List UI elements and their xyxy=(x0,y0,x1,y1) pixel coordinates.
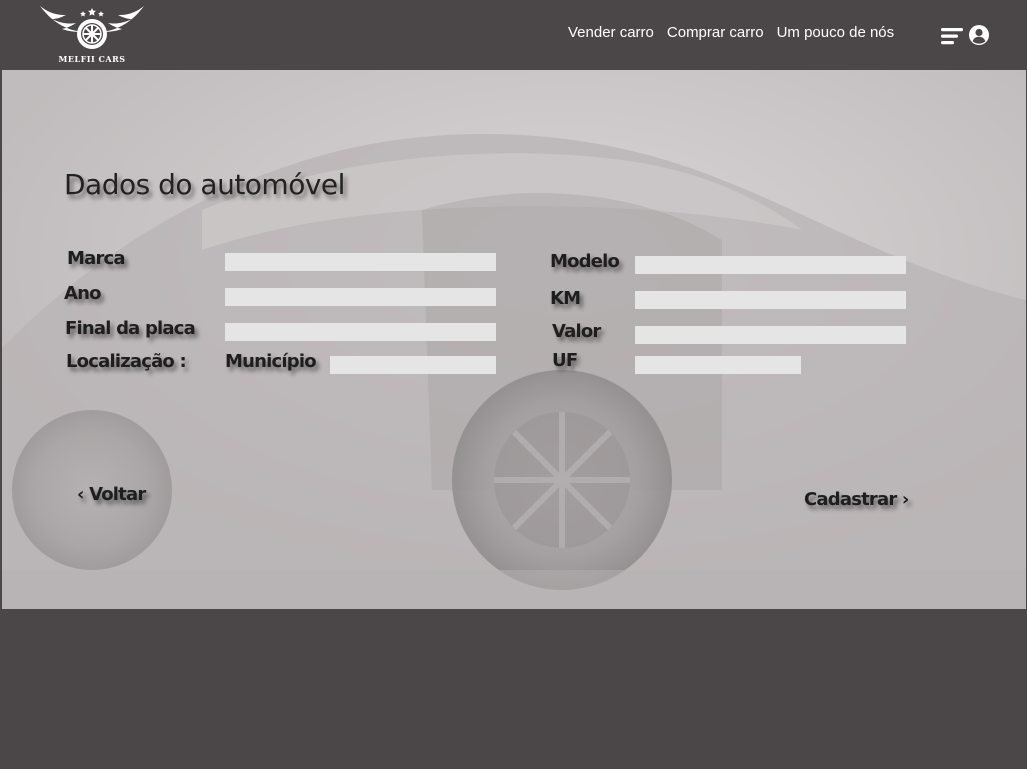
ano-input[interactable] xyxy=(225,288,496,306)
winged-wheel-icon xyxy=(40,6,144,49)
label-marca: Marca xyxy=(67,248,126,269)
user-circle-icon[interactable] xyxy=(969,25,989,45)
label-modelo: Modelo xyxy=(550,251,620,272)
nav-vender-carro[interactable]: Vender carro xyxy=(568,24,654,41)
municipio-input[interactable] xyxy=(330,356,496,374)
nav-comprar-carro[interactable]: Comprar carro xyxy=(667,24,764,41)
label-municipio: Município xyxy=(225,351,317,372)
label-valor: Valor xyxy=(552,321,601,342)
submit-button[interactable]: Cadastrar › xyxy=(804,489,909,510)
main-nav: Vender carro Comprar carro Um pouco de n… xyxy=(568,24,894,41)
label-km: KM xyxy=(550,288,581,309)
chevron-left-icon: ‹ xyxy=(77,484,84,505)
valor-input[interactable] xyxy=(635,326,906,344)
back-button[interactable]: ‹ Voltar xyxy=(77,484,146,505)
label-uf: UF xyxy=(552,350,578,371)
page-title: Dados do automóvel xyxy=(64,168,345,201)
nav-um-pouco-de-nos[interactable]: Um pouco de nós xyxy=(777,24,895,41)
chevron-right-icon: › xyxy=(901,489,909,510)
final-placa-input[interactable] xyxy=(225,323,496,341)
top-header: MELFII CARS Vender carro Comprar carro U… xyxy=(0,0,1027,70)
label-ano: Ano xyxy=(64,283,102,304)
marca-input[interactable] xyxy=(225,253,496,271)
label-final-placa: Final da placa xyxy=(65,318,196,339)
uf-input[interactable] xyxy=(635,356,801,374)
footer-area xyxy=(0,609,1027,769)
brand-logo[interactable]: MELFII CARS xyxy=(36,2,148,66)
km-input[interactable] xyxy=(635,291,906,309)
hamburger-icon[interactable] xyxy=(941,27,963,45)
submit-button-label: Cadastrar xyxy=(804,489,897,510)
form-panel: Dados do automóvel Marca Ano Final da pl… xyxy=(2,70,1026,609)
back-button-label: Voltar xyxy=(89,484,146,505)
label-localizacao: Localização : xyxy=(66,351,187,372)
modelo-input[interactable] xyxy=(635,256,906,274)
logo-text: MELFII CARS xyxy=(58,54,126,64)
